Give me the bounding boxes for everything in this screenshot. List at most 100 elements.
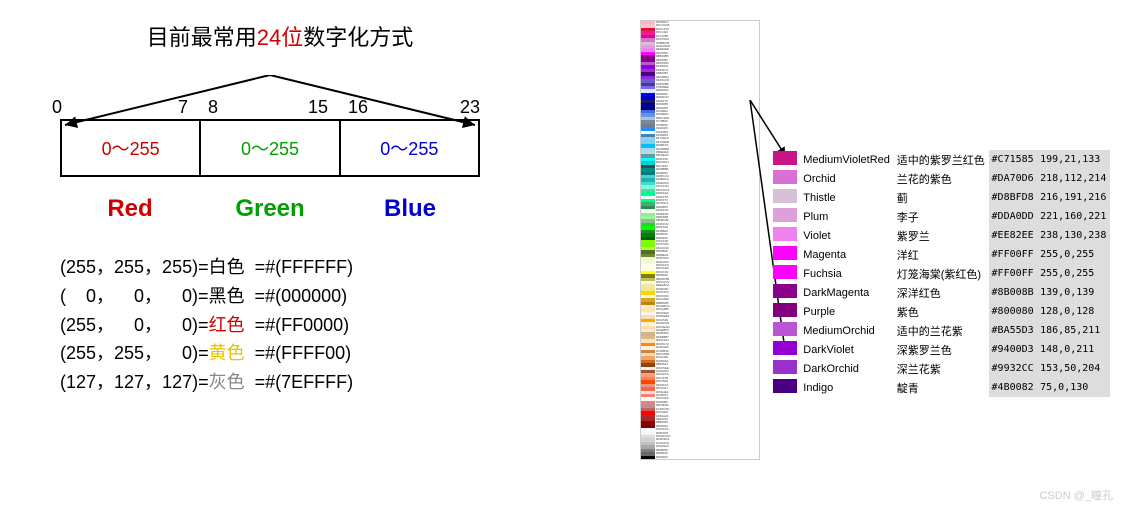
color-hex: #9932CC [989, 359, 1038, 378]
color-table-panel: #FFB6C1#FFC0CB#DC143C#FF1493#C71585#DA70… [640, 20, 1110, 480]
diagram-title: 目前最常用24位数字化方式 [140, 20, 420, 52]
detail-row: Magenta洋红#FF00FF255,0,255 [770, 245, 1110, 264]
detail-row: Purple紫色#800080128,0,128 [770, 302, 1110, 321]
color-dec: 128,0,128 [1037, 302, 1110, 321]
title-pre: 目前最常用 [147, 25, 257, 50]
color-en: DarkOrchid [800, 359, 893, 378]
detail-row: MediumVioletRed适中的紫罗兰红色#C71585199,21,133 [770, 150, 1110, 169]
color-swatch [773, 227, 797, 241]
color-cn: 深兰花紫 [894, 359, 989, 378]
color-en: Fuchsia [800, 264, 893, 283]
color-en: Magenta [800, 245, 893, 264]
color-detail-table: MediumVioletRed适中的紫罗兰红色#C71585199,21,133… [770, 150, 1110, 397]
color-cn: 深紫罗兰色 [894, 340, 989, 359]
watermark-text: CSDN @_瞳孔 [1039, 487, 1113, 503]
bit-0: 0 [52, 97, 62, 118]
example-row: (127，127，127)=灰色 =#(7EFFFF) [60, 368, 530, 397]
color-dec: 216,191,216 [1037, 188, 1110, 207]
channel-labels: Red Green Blue [60, 195, 480, 223]
detail-row: DarkMagenta深洋红色#8B008B139,0,139 [770, 283, 1110, 302]
title-post: 数字化方式 [303, 25, 413, 50]
detail-row: Orchid兰花的紫色#DA70D6218,112,214 [770, 169, 1110, 188]
color-hex: #FF00FF [989, 245, 1038, 264]
color-hex: #800080 [989, 302, 1038, 321]
bit-15: 15 [308, 97, 328, 118]
color-dec: 238,130,238 [1037, 226, 1110, 245]
color-en: Thistle [800, 188, 893, 207]
rgb-diagram: 目前最常用24位数字化方式 0 7 8 15 16 23 0～255 0～255… [50, 20, 530, 397]
detail-row: Indigo靛青#4B008275,0,130 [770, 378, 1110, 397]
color-swatch [773, 246, 797, 260]
color-dec: 153,50,204 [1037, 359, 1110, 378]
color-swatch [773, 379, 797, 393]
detail-row: DarkViolet深紫罗兰色#9400D3148,0,211 [770, 340, 1110, 359]
color-hex: #C71585 [989, 150, 1038, 169]
color-swatch [773, 265, 797, 279]
color-cn: 紫罗兰 [894, 226, 989, 245]
color-dec: 199,21,133 [1037, 150, 1110, 169]
detail-row: Violet紫罗兰#EE82EE238,130,238 [770, 226, 1110, 245]
color-dec: 139,0,139 [1037, 283, 1110, 302]
detail-row: Plum李子#DDA0DD221,160,221 [770, 207, 1110, 226]
color-en: Plum [800, 207, 893, 226]
channel-red: Red [60, 195, 200, 223]
color-cn: 蓟 [894, 188, 989, 207]
color-dec: 218,112,214 [1037, 169, 1110, 188]
color-swatch [773, 189, 797, 203]
color-examples: (255，255，255)=白色 =#(FFFFFF)( 0， 0， 0)=黑色… [60, 253, 530, 397]
color-dec: 255,0,255 [1037, 264, 1110, 283]
title-bits: 24位 [257, 25, 303, 50]
color-swatch [773, 284, 797, 298]
color-en: DarkMagenta [800, 283, 893, 302]
color-hex: #FF00FF [989, 264, 1038, 283]
bit-7: 7 [178, 97, 188, 118]
example-row: (255， 0， 0)=红色 =#(FF0000) [60, 311, 530, 340]
color-hex: #D8BFD8 [989, 188, 1038, 207]
color-en: DarkViolet [800, 340, 893, 359]
channel-green: Green [200, 195, 340, 223]
color-hex: #9400D3 [989, 340, 1038, 359]
color-dec: 255,0,255 [1037, 245, 1110, 264]
color-en: MediumVioletRed [800, 150, 893, 169]
bit-8: 8 [208, 97, 218, 118]
bit-16: 16 [348, 97, 368, 118]
bit-23: 23 [460, 97, 480, 118]
color-cn: 靛青 [894, 378, 989, 397]
color-cn: 适中的兰花紫 [894, 321, 989, 340]
color-cn: 紫色 [894, 302, 989, 321]
example-row: (255，255，255)=白色 =#(FFFFFF) [60, 253, 530, 282]
color-dec: 148,0,211 [1037, 340, 1110, 359]
color-swatch [773, 341, 797, 355]
color-swatch [773, 322, 797, 336]
color-swatch [773, 208, 797, 222]
color-cn: 兰花的紫色 [894, 169, 989, 188]
detail-row: MediumOrchid适中的兰花紫#BA55D3186,85,211 [770, 321, 1110, 340]
example-row: (255，255， 0)=黄色 =#(FFFF00) [60, 339, 530, 368]
color-hex: #EE82EE [989, 226, 1038, 245]
detail-row: Fuchsia灯笼海棠(紫红色)#FF00FF255,0,255 [770, 264, 1110, 283]
color-en: Purple [800, 302, 893, 321]
color-swatch [773, 360, 797, 374]
detail-row: Thistle蓟#D8BFD8216,191,216 [770, 188, 1110, 207]
color-dec: 186,85,211 [1037, 321, 1110, 340]
color-dec: 75,0,130 [1037, 378, 1110, 397]
color-hex: #DA70D6 [989, 169, 1038, 188]
color-cn: 洋红 [894, 245, 989, 264]
color-en: Orchid [800, 169, 893, 188]
color-hex: #8B008B [989, 283, 1038, 302]
bit-position-labels: 0 7 8 15 16 23 [50, 97, 530, 119]
color-hex: #4B0082 [989, 378, 1038, 397]
color-hex: #BA55D3 [989, 321, 1038, 340]
color-en: MediumOrchid [800, 321, 893, 340]
color-dec: 221,160,221 [1037, 207, 1110, 226]
channel-blue: Blue [340, 195, 480, 223]
color-hex: #DDA0DD [989, 207, 1038, 226]
color-en: Violet [800, 226, 893, 245]
color-swatch [773, 151, 797, 165]
color-en: Indigo [800, 378, 893, 397]
strip-row: #000000 [641, 456, 759, 459]
color-cn: 深洋红色 [894, 283, 989, 302]
detail-row: DarkOrchid深兰花紫#9932CC153,50,204 [770, 359, 1110, 378]
color-swatch [773, 170, 797, 184]
color-cn: 灯笼海棠(紫红色) [894, 264, 989, 283]
